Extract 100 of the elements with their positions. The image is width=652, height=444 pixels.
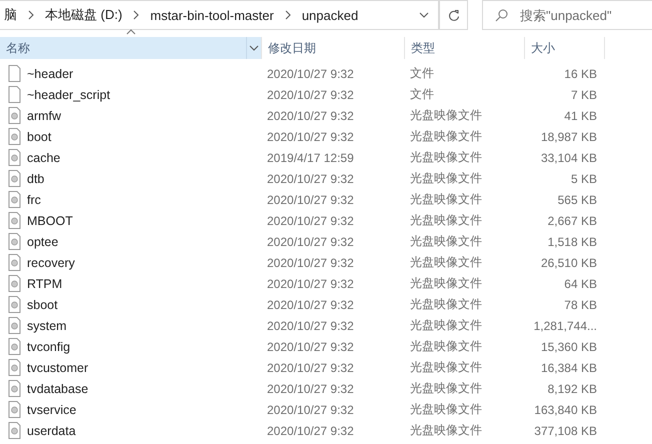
disc-file-icon: [8, 191, 21, 208]
file-type: 光盘映像文件: [409, 359, 483, 376]
file-name[interactable]: tvdatabase: [27, 382, 88, 396]
file-size: 5 KB: [570, 172, 598, 186]
chevron-down-icon: [418, 12, 429, 18]
file-size: 565 KB: [556, 192, 598, 206]
disc-file-icon: [8, 212, 21, 229]
disc-file-icon: [8, 254, 21, 271]
file-type: 光盘映像文件: [409, 422, 483, 439]
modified-date: 2020/10/27 9:32: [266, 172, 355, 186]
modified-date: 2020/10/27 9:32: [266, 276, 355, 290]
file-size: 26,510 KB: [540, 256, 598, 270]
modified-date: 2020/10/27 9:32: [266, 108, 355, 122]
file-size: 8,192 KB: [546, 382, 598, 396]
modified-date: 2020/10/27 9:32: [266, 88, 355, 102]
modified-date: 2020/10/27 9:32: [266, 214, 355, 228]
disc-file-icon: [8, 170, 21, 187]
file-size: 7 KB: [570, 88, 598, 102]
file-name[interactable]: sboot: [27, 298, 58, 312]
file-type: 光盘映像文件: [409, 401, 483, 418]
file-type: 文件: [409, 86, 435, 103]
file-name[interactable]: userdata: [27, 424, 76, 438]
file-name[interactable]: ~header: [27, 66, 74, 80]
disc-file-icon: [8, 233, 21, 250]
file-name[interactable]: recovery: [27, 256, 75, 270]
breadcrumb-item[interactable]: 本地磁盘 (D:): [41, 6, 126, 24]
file-type: 光盘映像文件: [409, 338, 483, 355]
file-size: 163,840 KB: [533, 402, 598, 416]
chevron-down-icon[interactable]: [246, 37, 261, 59]
file-size: 78 KB: [563, 298, 598, 312]
file-name[interactable]: dtb: [27, 172, 44, 186]
file-name[interactable]: ~header_script: [27, 88, 110, 102]
file-size: 18,987 KB: [540, 130, 598, 144]
modified-date: 2020/10/27 9:32: [266, 234, 355, 248]
disc-file-icon: [8, 422, 21, 439]
file-type: 光盘映像文件: [409, 275, 483, 292]
search-icon: [495, 8, 508, 22]
file-type: 光盘映像文件: [409, 107, 483, 124]
disc-file-icon: [8, 401, 21, 418]
file-name[interactable]: tvconfig: [27, 340, 70, 354]
disc-file-icon: [8, 275, 21, 292]
breadcrumb-item[interactable]: mstar-bin-tool-master: [146, 8, 278, 22]
search-box[interactable]: 搜索"unpacked": [482, 0, 652, 30]
modified-date: 2020/10/27 9:32: [266, 192, 355, 206]
refresh-button[interactable]: [440, 0, 468, 30]
disc-file-icon: [8, 317, 21, 334]
disc-file-icon: [8, 359, 21, 376]
file-size: 64 KB: [563, 276, 598, 290]
file-type: 光盘映像文件: [409, 380, 483, 397]
chevron-right-icon: [27, 10, 35, 20]
file-name[interactable]: cache: [27, 150, 60, 164]
modified-date: 2020/10/27 9:32: [266, 66, 355, 80]
modified-date: 2020/10/27 9:32: [266, 424, 355, 438]
file-size: 1,518 KB: [546, 234, 598, 248]
breadcrumb-item[interactable]: unpacked: [298, 8, 362, 22]
file-type: 光盘映像文件: [409, 233, 483, 250]
file-size: 16 KB: [563, 66, 598, 80]
file-name[interactable]: MBOOT: [27, 214, 73, 228]
modified-date: 2020/10/27 9:32: [266, 402, 355, 416]
refresh-icon: [448, 8, 460, 22]
modified-date: 2020/10/27 9:32: [266, 360, 355, 374]
modified-date: 2020/10/27 9:32: [266, 298, 355, 312]
modified-date: 2020/10/27 9:32: [266, 382, 355, 396]
file-name[interactable]: system: [27, 318, 67, 332]
file-size: 377,108 KB: [533, 424, 598, 438]
file-name[interactable]: frc: [27, 192, 41, 206]
modified-date: 2020/10/27 9:32: [266, 256, 355, 270]
file-type: 光盘映像文件: [409, 296, 483, 313]
address-bar[interactable]: 脑 本地磁盘 (D:) mstar-bin-tool-master unpacked: [0, 0, 440, 30]
disc-file-icon: [8, 149, 21, 166]
file-name[interactable]: armfw: [27, 108, 62, 122]
blank-file-icon: [8, 65, 21, 82]
modified-date: 2020/10/27 9:32: [266, 340, 355, 354]
chevron-right-icon: [132, 10, 140, 20]
file-type: 文件: [409, 65, 435, 82]
file-type: 光盘映像文件: [409, 191, 483, 208]
file-name[interactable]: boot: [27, 130, 52, 144]
disc-file-icon: [8, 296, 21, 313]
disc-file-icon: [8, 128, 21, 145]
file-type: 光盘映像文件: [409, 170, 483, 187]
file-type: 光盘映像文件: [409, 254, 483, 271]
file-size: 33,104 KB: [540, 150, 598, 164]
file-name[interactable]: tvcustomer: [27, 360, 88, 374]
file-size: 16,384 KB: [540, 360, 598, 374]
file-type: 光盘映像文件: [409, 212, 483, 229]
modified-date: 2019/4/17 12:59: [266, 150, 355, 164]
file-size: 2,667 KB: [546, 214, 598, 228]
file-type: 光盘映像文件: [409, 317, 483, 334]
disc-file-icon: [8, 107, 21, 124]
blank-file-icon: [8, 86, 21, 103]
breadcrumb-item[interactable]: 脑: [0, 6, 21, 24]
chevron-right-icon: [284, 10, 292, 20]
file-name[interactable]: RTPM: [27, 276, 62, 290]
file-type: 光盘映像文件: [409, 149, 483, 166]
file-size: 1,281,744...: [532, 318, 598, 332]
modified-date: 2020/10/27 9:32: [266, 130, 355, 144]
file-name[interactable]: tvservice: [27, 402, 76, 416]
file-size: 41 KB: [563, 108, 598, 122]
file-type: 光盘映像文件: [409, 128, 483, 145]
file-name[interactable]: optee: [27, 234, 58, 248]
